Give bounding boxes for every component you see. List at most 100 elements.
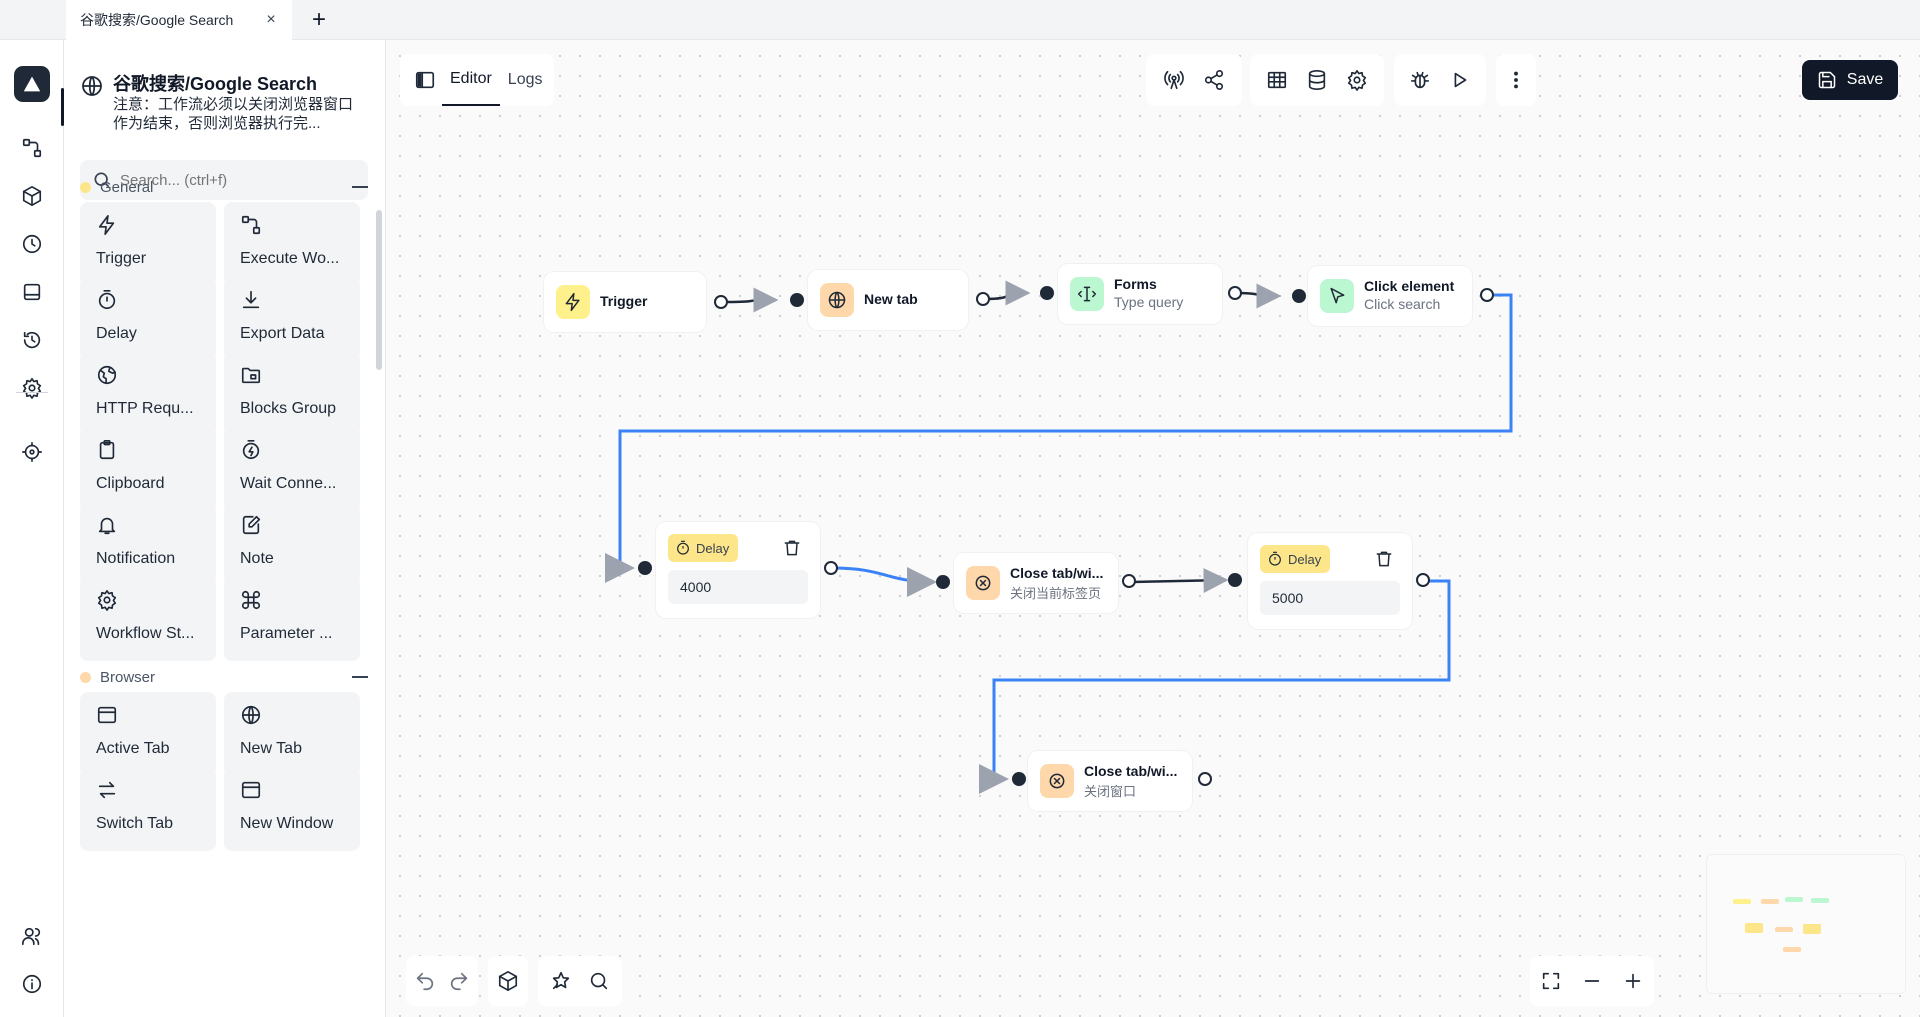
node-new-tab[interactable]: New tab [808,270,968,330]
zoom-out-icon[interactable] [1575,961,1609,1001]
block-new-tab[interactable]: New Tab [224,692,360,776]
fullscreen-icon[interactable] [1534,961,1568,1001]
block-active-tab[interactable]: Active Tab [80,692,216,776]
text-cursor-icon [1070,277,1104,311]
output-handle[interactable] [824,561,838,575]
edge[interactable] [1235,283,1282,309]
input-handle[interactable] [790,293,804,307]
output-handle[interactable] [1228,286,1242,300]
workflow-icon [241,215,261,235]
delay-input[interactable] [668,570,808,604]
about-icon[interactable] [18,970,46,998]
block-wait-connections[interactable]: Wait Conne... [224,427,360,511]
collapse-icon[interactable] [352,186,368,188]
edge[interactable] [983,280,1031,306]
node-delay[interactable]: Delay [1248,533,1412,629]
input-handle[interactable] [1292,289,1306,303]
search-icon[interactable] [580,961,618,1001]
team-icon[interactable] [18,922,46,950]
minimap[interactable] [1706,854,1906,994]
input-handle[interactable] [638,561,652,575]
workflow-title[interactable]: 谷歌搜索/Google Search [113,70,317,96]
block-delay[interactable]: Delay [80,277,216,361]
zoom-in-icon[interactable] [1616,961,1650,1001]
block-workflow-state[interactable]: Workflow St... [80,577,216,661]
tab-editor[interactable]: Editor [442,54,500,106]
storage-icon[interactable] [18,278,46,306]
packages-icon[interactable] [18,182,46,210]
block-execute-workflow[interactable]: Execute Wo... [224,202,360,286]
save-button[interactable]: Save [1802,60,1898,100]
category-general[interactable]: General [80,176,368,198]
edge[interactable] [1129,567,1229,593]
block-parameter-prompt[interactable]: Parameter ... [224,577,360,661]
block-label: Parameter ... [240,625,333,642]
edge[interactable] [722,287,779,313]
redo-icon[interactable] [442,961,476,1001]
recorder-icon[interactable] [18,438,46,466]
delay-input[interactable] [1260,581,1400,615]
block-label: Note [240,550,274,567]
palette-scrollbar[interactable] [376,210,382,370]
tab-logs[interactable]: Logs [500,54,551,106]
auto-arrange-icon[interactable] [542,961,580,1001]
block-blocks-group[interactable]: Blocks Group [224,352,360,436]
node-title: Close tab/wi... [1010,565,1104,581]
table-icon[interactable] [1257,60,1297,100]
output-handle[interactable] [1198,772,1212,786]
block-export-data[interactable]: Export Data [224,277,360,361]
workflow-canvas[interactable]: Editor Logs Save Trigger New tab Forms T… [386,40,1920,1017]
undo-icon[interactable] [408,961,442,1001]
package-icon[interactable] [491,961,525,1001]
settings-icon[interactable] [18,374,46,402]
node-forms[interactable]: Forms Type query [1058,264,1222,324]
block-label: Trigger [96,250,147,267]
close-tab-icon[interactable]: × [262,11,280,29]
node-close-tab[interactable]: Close tab/wi... 关闭当前标签页 [954,553,1118,613]
block-label: Notification [96,550,176,567]
input-handle[interactable] [1228,573,1242,587]
broadcast-icon[interactable] [1154,60,1194,100]
collapse-icon[interactable] [352,676,368,678]
block-trigger[interactable]: Trigger [80,202,216,286]
block-new-window[interactable]: New Window [224,767,360,851]
more-options-icon[interactable] [1496,60,1536,100]
timer-flash-icon [242,440,260,460]
debug-icon[interactable] [1400,60,1440,100]
input-handle[interactable] [1012,772,1026,786]
block-http-request[interactable]: HTTP Requ... [80,352,216,436]
output-handle[interactable] [1416,573,1430,587]
minimap-node [1785,897,1803,902]
workflows-icon[interactable] [18,134,46,162]
delete-icon[interactable] [1374,549,1396,571]
input-handle[interactable] [936,575,950,589]
block-switch-tab[interactable]: Switch Tab [80,767,216,851]
input-handle[interactable] [1040,286,1054,300]
node-click-element[interactable]: Click element Click search [1308,266,1472,326]
output-handle[interactable] [714,295,728,309]
edge-selected[interactable] [831,566,937,597]
node-trigger[interactable]: Trigger [544,272,706,332]
block-label: Export Data [240,325,325,342]
block-notification[interactable]: Notification [80,502,216,586]
node-delay[interactable]: Delay [656,522,820,618]
download-icon [242,290,260,309]
output-handle[interactable] [1480,288,1494,302]
browser-tab[interactable]: 谷歌搜索/Google Search × [66,0,292,40]
share-icon[interactable] [1194,60,1234,100]
play-icon[interactable] [1440,60,1480,100]
category-browser[interactable]: Browser [80,666,368,688]
toggle-sidebar-icon[interactable] [408,60,442,100]
block-clipboard[interactable]: Clipboard [80,427,216,511]
block-note[interactable]: Note [224,502,360,586]
database-icon[interactable] [1297,60,1337,100]
app-logo[interactable] [14,66,50,102]
delete-icon[interactable] [782,538,804,560]
schedule-icon[interactable] [18,230,46,258]
new-tab-button[interactable]: + [305,6,333,34]
output-handle[interactable] [1122,574,1136,588]
output-handle[interactable] [976,292,990,306]
node-close-window[interactable]: Close tab/wi... 关闭窗口 [1028,751,1192,811]
logs-icon[interactable] [18,326,46,354]
settings-icon[interactable] [1337,60,1377,100]
